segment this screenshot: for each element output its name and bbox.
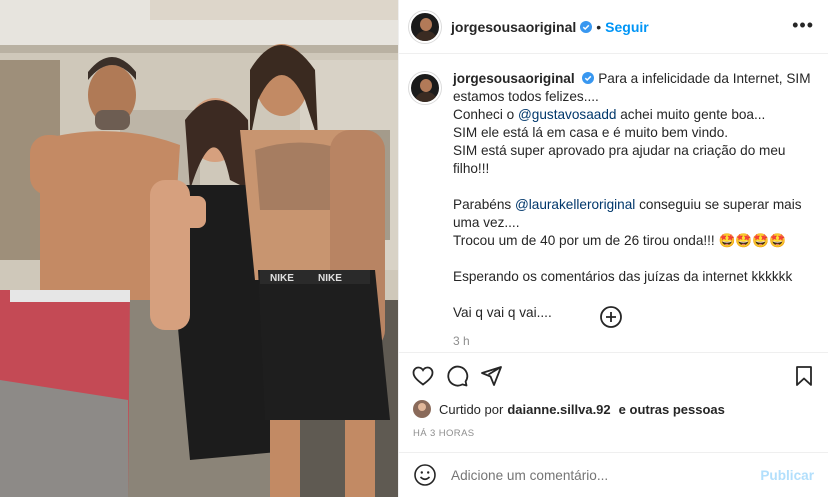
caption-line-2-suffix: achei muito gente boa... — [616, 107, 766, 122]
author-avatar[interactable] — [409, 10, 441, 43]
more-options-button[interactable]: ••• — [792, 16, 814, 34]
caption-line-6: Trocou um de 40 por um de 26 tirou onda!… — [453, 233, 787, 248]
bookmark-icon[interactable] — [792, 364, 816, 388]
paper-plane-icon[interactable] — [479, 364, 503, 388]
verified-badge-icon — [580, 20, 593, 33]
caption-username[interactable]: jorgesousaoriginal — [453, 71, 575, 86]
post-header: jorgesousaoriginal • Seguir ••• — [399, 0, 828, 54]
author-username[interactable]: jorgesousaoriginal — [451, 19, 576, 35]
comment-bubble-icon[interactable] — [445, 364, 469, 388]
post-detail-panel: jorgesousaoriginal • Seguir ••• jorgesou… — [398, 0, 828, 497]
caption-line-8: Vai q vai q vai.... — [453, 305, 552, 320]
verified-badge-icon — [582, 72, 595, 84]
emoji-icon[interactable] — [413, 463, 437, 487]
liker-avatar[interactable] — [413, 400, 431, 418]
header-separator: • — [596, 18, 602, 35]
heart-icon[interactable] — [411, 364, 435, 388]
caption-line-7: Esperando os comentários das juízas da i… — [453, 269, 793, 284]
publish-button[interactable]: Publicar — [760, 468, 814, 483]
caption-line-4: SIM está super aprovado pra ajudar na cr… — [453, 143, 786, 176]
add-circle-icon[interactable] — [599, 305, 623, 329]
caption-line-3: SIM ele está lá em casa e é muito bem vi… — [453, 125, 729, 140]
mention-link[interactable]: @gustavosaadd — [518, 107, 616, 122]
caption-avatar[interactable] — [409, 72, 441, 104]
caption-line-2-prefix: Conheci o — [453, 107, 518, 122]
follow-button[interactable]: Seguir — [605, 19, 649, 35]
mention-link[interactable]: @laurakelleroriginal — [515, 197, 635, 212]
post-timestamp[interactable]: HÁ 3 HORAS — [413, 428, 475, 439]
waistband-logo-2: NIKE — [318, 273, 342, 284]
liked-others[interactable]: e outras pessoas — [619, 402, 725, 417]
comment-bar: Publicar — [399, 452, 828, 497]
post-image: NIKE NIKE — [0, 0, 398, 497]
caption-time[interactable]: 3 h — [453, 332, 814, 350]
liked-by: Curtido por daianne.sillva.92 e outras p… — [413, 400, 729, 418]
action-bar — [399, 352, 828, 398]
post-photo[interactable]: NIKE NIKE — [0, 0, 398, 497]
waistband-logo: NIKE — [270, 273, 294, 284]
comment-input[interactable] — [451, 467, 761, 483]
liked-username[interactable]: daianne.sillva.92 — [507, 402, 610, 417]
caption-line-5-prefix: Parabéns — [453, 197, 515, 212]
liked-prefix: Curtido por — [439, 401, 504, 417]
caption-text: jorgesousaoriginal Para a infelicidade d… — [453, 70, 814, 350]
